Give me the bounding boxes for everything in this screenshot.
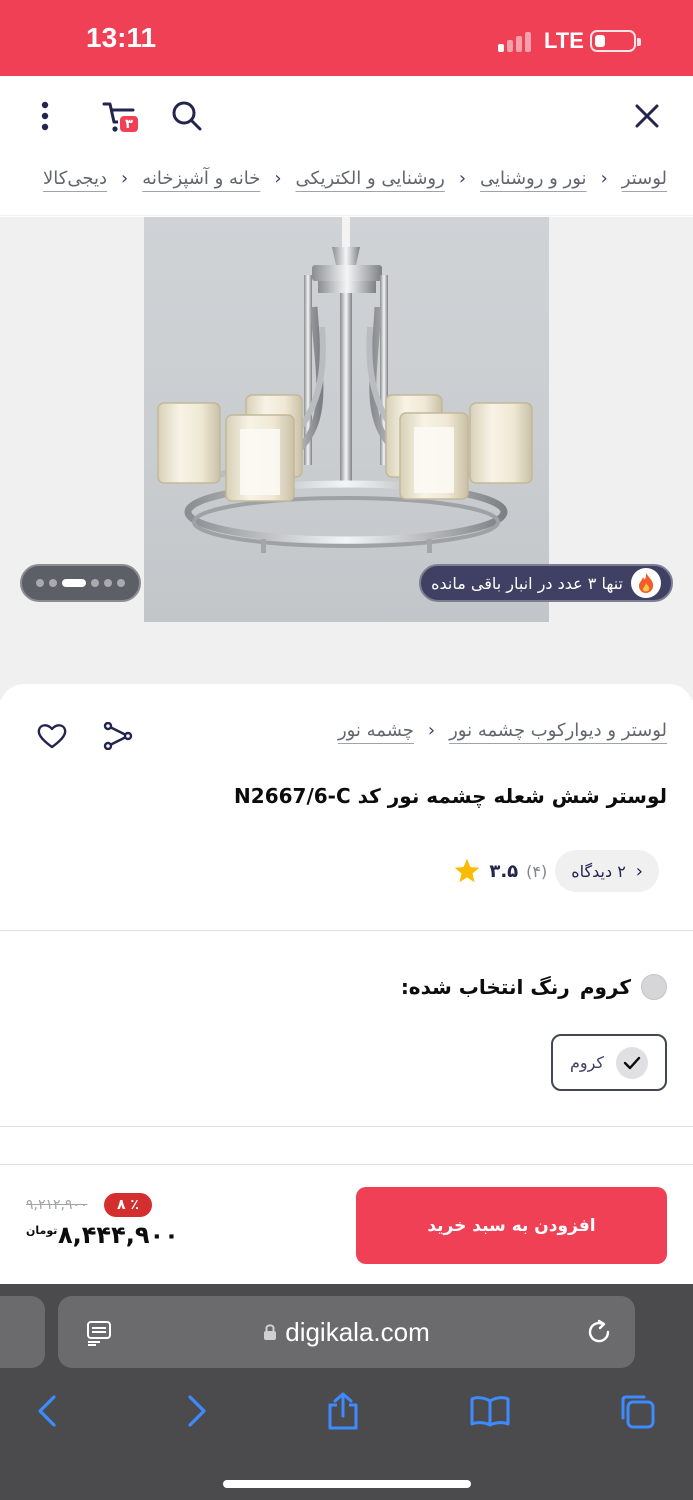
color-label: رنگ انتخاب شده: (400, 975, 570, 999)
bookmarks-button[interactable] (463, 1384, 517, 1438)
product-title: لوستر شش شعله چشمه نور کد N2667/6-C (234, 784, 667, 808)
chevron-left-icon: ‹ (458, 168, 467, 189)
chevron-right-icon (188, 1395, 206, 1427)
heart-icon (37, 724, 67, 749)
pagination-dot (104, 579, 112, 587)
cart-button[interactable]: ۳ (94, 92, 142, 140)
star-icon (455, 858, 480, 883)
breadcrumb-item[interactable]: دیجی‌کالا (43, 168, 107, 189)
chevron-left-icon: ‹ (635, 860, 643, 882)
share-icon (103, 722, 133, 750)
chevron-left-icon (38, 1395, 56, 1427)
share-page-button[interactable] (316, 1384, 370, 1438)
battery-icon (590, 30, 641, 52)
more-vertical-icon (41, 101, 49, 131)
divider (0, 930, 693, 931)
top-toolbar: ۳ (0, 76, 693, 156)
tabs-button[interactable] (610, 1384, 664, 1438)
chevron-left-icon: ‹ (427, 720, 436, 741)
browser-toolbar: digikala.com (0, 1284, 693, 1500)
color-option-label: کروم (569, 1053, 605, 1072)
product-info: چشمه نور ‹ لوستر و دیوارکوب چشمه نور لوس… (0, 684, 693, 1164)
currency-label: تومان (26, 1224, 58, 1237)
product-image[interactable] (144, 217, 549, 622)
discount-badge: ۸ ٪ (104, 1193, 152, 1217)
address-bar[interactable]: digikala.com (58, 1296, 635, 1368)
pagination-dot (36, 579, 44, 587)
rating-count: (۴) (526, 861, 548, 881)
chevron-left-icon: ‹ (600, 168, 608, 189)
chevron-left-icon: ‹ (274, 168, 282, 189)
reviews-label: ۲ دیدگاه (571, 861, 626, 881)
brand-link[interactable]: چشمه نور (338, 720, 414, 741)
book-icon (470, 1396, 510, 1427)
search-icon (172, 101, 202, 131)
rating-value: ۳.۵ (489, 860, 519, 882)
search-button[interactable] (163, 92, 211, 140)
signal-strength-icon (498, 30, 536, 52)
close-button[interactable] (623, 92, 671, 140)
breadcrumb-item[interactable]: لوستر (622, 168, 667, 189)
favorite-button[interactable] (30, 714, 74, 758)
cart-count-badge: ۳ (118, 114, 140, 134)
product-gallery: تنها ۳ عدد در انبار باقی مانده (0, 217, 693, 700)
tabs-icon (621, 1395, 655, 1429)
stock-notice: تنها ۳ عدد در انبار باقی مانده (419, 564, 673, 602)
price: ۸,۴۴۴,۹۰۰ (58, 1221, 179, 1249)
selected-color: رنگ انتخاب شده: کروم (401, 974, 667, 1000)
share-button[interactable] (96, 714, 140, 758)
status-bar: 13:11 LTE (0, 0, 693, 76)
lock-icon (264, 1324, 277, 1340)
share-upload-icon (328, 1392, 358, 1430)
purchase-bar: افزودن به سبد خرید ۹,۲۱۲,۹۰۰ ۸ ٪ ۸,۴۴۴,۹… (0, 1164, 693, 1284)
pagination-dot (91, 579, 99, 587)
checkmark-icon (616, 1046, 649, 1079)
fire-icon (631, 568, 661, 598)
divider (0, 1126, 693, 1127)
add-to-cart-button[interactable]: افزودن به سبد خرید (356, 1187, 667, 1264)
color-swatch (641, 974, 667, 1000)
forward-button[interactable] (170, 1384, 224, 1438)
reviews-button[interactable]: ۲ دیدگاه ‹ (555, 850, 659, 892)
back-button[interactable] (20, 1384, 74, 1438)
stock-notice-text: تنها ۳ عدد در انبار باقی مانده (431, 573, 623, 593)
more-options-button[interactable] (21, 92, 69, 140)
network-type: LTE (544, 28, 584, 53)
close-icon (635, 104, 659, 128)
rating-row: ۳.۵ (۴) ۲ دیدگاه ‹ (453, 850, 669, 892)
status-time: 13:11 (86, 22, 157, 53)
breadcrumb: دیجی‌کالا ‹ خانه و آشپزخانه ‹ روشنایی و … (0, 156, 693, 216)
home-indicator[interactable] (223, 1480, 471, 1488)
previous-tab-preview[interactable] (0, 1296, 45, 1368)
chandelier-illustration (157, 217, 533, 553)
url-text: digikala.com (285, 1316, 430, 1347)
pagination-dot-active (62, 579, 86, 587)
chevron-left-icon: ‹ (121, 168, 129, 189)
breadcrumb-item[interactable]: روشنایی و الکتریکی (296, 168, 445, 189)
pagination-dot (49, 579, 57, 587)
collection-link[interactable]: لوستر و دیوارکوب چشمه نور (449, 720, 667, 741)
color-option-chrome[interactable]: کروم (551, 1034, 667, 1091)
breadcrumb-item[interactable]: نور و روشنایی (480, 168, 587, 189)
breadcrumb-item[interactable]: خانه و آشپزخانه (142, 168, 260, 189)
reload-icon[interactable] (585, 1318, 613, 1346)
old-price: ۹,۲۱۲,۹۰۰ (26, 1197, 88, 1213)
pagination-dot (117, 579, 125, 587)
color-value: کروم (579, 975, 631, 999)
image-pagination[interactable] (20, 564, 141, 602)
